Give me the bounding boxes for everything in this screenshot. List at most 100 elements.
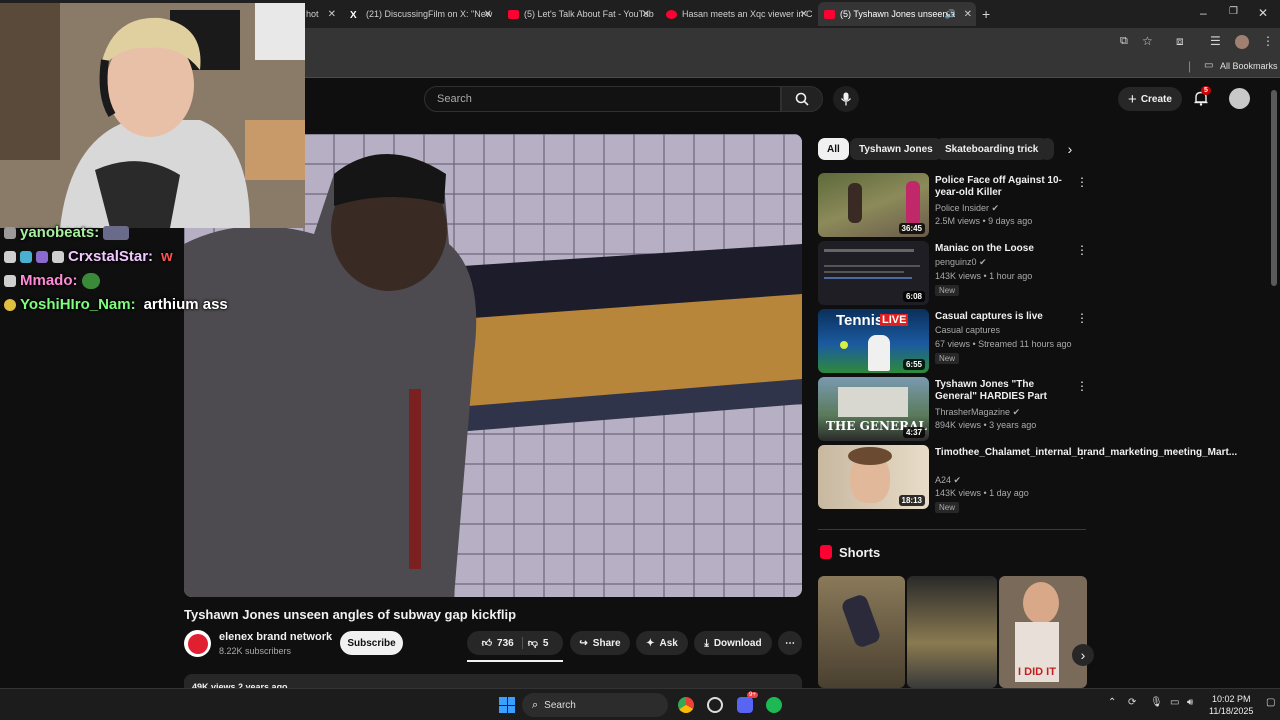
subscribe-button[interactable]: Subscribe xyxy=(340,631,403,655)
all-bookmarks-link[interactable]: All Bookmarks xyxy=(1220,61,1278,71)
short-thumbnail[interactable] xyxy=(907,576,997,688)
chat-badge-icon xyxy=(36,250,48,263)
live-badge: LIVE xyxy=(880,314,909,326)
chip-all[interactable]: All xyxy=(818,138,849,160)
short-thumbnail[interactable] xyxy=(818,576,905,688)
short-thumbnail[interactable]: I DID IT xyxy=(999,576,1087,688)
recommendation-meta: 67 views • Streamed 11 hours ago xyxy=(935,339,1072,349)
chip-tyshawn-jones[interactable]: Tyshawn Jones xyxy=(850,138,942,160)
chat-username: Mmado: xyxy=(20,272,78,289)
taskbar-time[interactable]: 10:02 PM xyxy=(1212,694,1251,704)
sync-icon[interactable]: ⟳ xyxy=(1128,697,1136,708)
recommendation-channel[interactable]: Police Insider ✔ xyxy=(935,203,999,214)
chevron-right-icon[interactable]: › xyxy=(1060,138,1080,160)
channel-avatar[interactable] xyxy=(184,630,211,657)
like-ratio-bar xyxy=(467,660,563,662)
create-label: Create xyxy=(1140,93,1172,105)
recommendation-item[interactable]: 6:08 Maniac on the Loose penguinz0 ✔ 143… xyxy=(818,241,1088,305)
browser-tab-4[interactable]: Hasan meets an Xqc viewer in C ✕ xyxy=(660,2,812,26)
chevron-up-icon[interactable]: ⌃ xyxy=(1108,697,1116,708)
windows-start-icon[interactable] xyxy=(499,697,515,713)
recommendation-item[interactable]: 18:13 Timothee_Chalamet_internal_brand_m… xyxy=(818,445,1237,515)
browser-tab-2[interactable]: X (21) DiscussingFilm on X: "New ✕ xyxy=(344,2,496,26)
account-avatar[interactable] xyxy=(1229,88,1250,109)
video-thumbnail[interactable]: 6:08 xyxy=(818,241,929,305)
emote-icon xyxy=(81,272,100,289)
kebab-menu-icon[interactable]: ⋮ xyxy=(1262,34,1274,48)
kebab-menu-icon[interactable]: ⋮ xyxy=(1076,447,1088,461)
close-icon[interactable]: ✕ xyxy=(964,9,972,20)
kebab-menu-icon[interactable]: ⋮ xyxy=(1076,311,1088,325)
download-button[interactable]: ⤓ Download xyxy=(694,631,772,655)
kebab-menu-icon[interactable]: ⋮ xyxy=(1076,379,1088,393)
profile-avatar[interactable] xyxy=(1235,35,1249,49)
video-thumbnail[interactable]: 18:13 xyxy=(818,445,929,509)
recommendation-item[interactable]: THE GENERAL 4:37 Tyshawn Jones "The Gene… xyxy=(818,377,1088,441)
like-button[interactable]: 👍︎ 736 xyxy=(482,637,523,649)
browser-tab-1[interactable]: hot ✕ xyxy=(300,2,340,26)
cast-icon[interactable]: ⧉ xyxy=(1120,35,1128,48)
chip-overflow[interactable] xyxy=(1040,138,1054,160)
recommendation-title[interactable]: Maniac on the Loose xyxy=(935,243,1075,255)
recommendation-channel[interactable]: ThrasherMagazine ✔ xyxy=(935,407,1020,418)
recommendation-title[interactable]: Police Face off Against 10-year-old Kill… xyxy=(935,175,1075,199)
app-icon[interactable] xyxy=(707,697,723,713)
network-icon[interactable]: ▭ xyxy=(1170,697,1179,708)
kebab-menu-icon[interactable]: ⋮ xyxy=(1076,175,1088,189)
chrome-app-icon[interactable] xyxy=(678,697,694,713)
subscriber-count: 8.22K subscribers xyxy=(219,646,292,656)
folder-icon: ▭ xyxy=(1204,60,1214,71)
volume-icon[interactable]: 🔊︎ xyxy=(1187,697,1193,708)
star-icon[interactable]: ☆ xyxy=(1142,34,1153,48)
recommendation-channel[interactable]: penguinz0 ✔ xyxy=(935,257,987,268)
spotify-icon[interactable] xyxy=(766,697,782,713)
taskbar-search[interactable]: ⌕ Search xyxy=(522,693,668,717)
playlist-icon[interactable]: ☰ xyxy=(1210,34,1221,48)
search-button[interactable] xyxy=(781,86,823,112)
recommendation-title[interactable]: Timothee_Chalamet_internal_brand_marketi… xyxy=(935,447,1237,459)
browser-tab-active[interactable]: (5) Tyshawn Jones unseen a 🔊 ✕ xyxy=(818,2,976,26)
notifications-button[interactable]: 5 xyxy=(1193,86,1211,111)
window-close-icon[interactable]: ✕ xyxy=(1258,6,1268,20)
notification-center-icon[interactable]: ▢ xyxy=(1266,697,1275,708)
thumbs-up-icon: 👍︎ xyxy=(481,638,493,649)
recommendation-item[interactable]: Tennis LIVE 6:55 Casual captures is live… xyxy=(818,309,1088,373)
video-thumbnail[interactable]: Tennis LIVE 6:55 xyxy=(818,309,929,373)
share-button[interactable]: ↪ Share xyxy=(570,631,630,655)
more-actions-button[interactable]: ⋯ xyxy=(778,631,802,655)
recommendation-title[interactable]: Tyshawn Jones "The General" HARDIES Part xyxy=(935,379,1075,403)
speaker-icon[interactable]: 🔊 xyxy=(945,9,956,20)
minimize-icon[interactable]: – xyxy=(1200,6,1207,20)
new-tab-icon[interactable]: + xyxy=(982,6,990,22)
channel-name[interactable]: elenex brand network xyxy=(219,631,332,643)
thumbnail-face xyxy=(1023,582,1059,624)
close-icon[interactable]: ✕ xyxy=(328,9,336,20)
close-icon[interactable]: ✕ xyxy=(484,9,492,20)
dislike-button[interactable]: 👎︎ 5 xyxy=(527,637,549,650)
browser-tab-3[interactable]: (5) Let's Talk About Fat - YouTub ✕ xyxy=(502,2,654,26)
ask-button[interactable]: ✦ Ask xyxy=(636,631,688,655)
shorts-next-button[interactable]: › xyxy=(1072,644,1094,666)
voice-search-button[interactable] xyxy=(833,86,859,112)
recommendation-title[interactable]: Casual captures is live xyxy=(935,311,1075,323)
recommendation-channel[interactable]: A24 ✔ xyxy=(935,475,961,486)
extensions-icon[interactable]: ⧈ xyxy=(1176,34,1184,49)
discord-icon[interactable] xyxy=(737,697,753,713)
video-thumbnail[interactable]: 36:45 xyxy=(818,173,929,237)
video-title: Tyshawn Jones unseen angles of subway ga… xyxy=(184,607,517,622)
dislike-count: 5 xyxy=(542,637,549,649)
close-icon[interactable]: ✕ xyxy=(642,9,650,20)
recommendation-item[interactable]: 36:45 Police Face off Against 10-year-ol… xyxy=(818,173,1088,237)
recommendation-channel[interactable]: Casual captures xyxy=(935,325,1000,335)
search-input[interactable]: Search xyxy=(424,86,781,112)
thumbs-down-icon: 👎︎ xyxy=(527,638,538,649)
video-thumbnail[interactable]: THE GENERAL 4:37 xyxy=(818,377,929,441)
page-scrollbar[interactable] xyxy=(1271,90,1277,286)
chip-skateboarding-trick[interactable]: Skateboarding trick xyxy=(936,138,1048,160)
kebab-menu-icon[interactable]: ⋮ xyxy=(1076,243,1088,257)
maximize-icon[interactable]: ❐ xyxy=(1229,6,1238,17)
taskbar-date[interactable]: 11/18/2025 xyxy=(1209,706,1253,716)
create-button[interactable]: + Create xyxy=(1118,87,1182,111)
close-icon[interactable]: ✕ xyxy=(800,9,808,20)
microphone-icon[interactable]: 🎙︎ xyxy=(1150,697,1163,708)
